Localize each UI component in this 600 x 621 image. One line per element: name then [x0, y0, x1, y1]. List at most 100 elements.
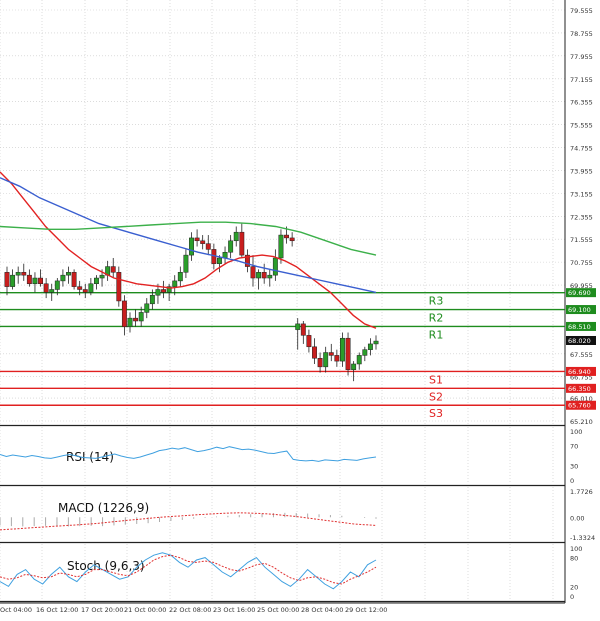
level-price-label: 66.350 — [568, 385, 591, 393]
price-tick-label: 72.355 — [570, 213, 593, 221]
candle-body — [351, 363, 357, 370]
price-tick-label: 77.155 — [570, 76, 593, 84]
rsi-title: RSI (14) — [66, 450, 114, 464]
level-price-label: 65.760 — [568, 402, 591, 410]
level-label-r3: R3 — [429, 295, 444, 308]
level-price-label: 69.690 — [568, 289, 591, 297]
candle-body — [239, 231, 245, 256]
moving-average-mid-line — [0, 177, 377, 294]
candle-body — [194, 237, 200, 242]
macd-tick-label: 0.00 — [570, 514, 584, 522]
time-tick-label: 16 Oct 12:00 — [36, 606, 78, 614]
time-tick-label: 17 Oct 20:00 — [81, 606, 123, 614]
candle-body — [32, 277, 38, 285]
price-tick-label: 79.555 — [570, 7, 593, 15]
candle-body — [133, 317, 139, 322]
macd-signal-line — [0, 512, 377, 531]
candle-body — [267, 274, 273, 279]
candle-body — [289, 237, 295, 242]
candle-body — [149, 294, 155, 305]
price-tick-label: 67.555 — [570, 351, 593, 359]
candle-body — [54, 280, 60, 290]
candle-body — [177, 272, 183, 282]
current-price-label: 68.020 — [568, 337, 591, 345]
candle-body — [317, 358, 323, 368]
candle-body — [138, 312, 144, 322]
candle-body — [306, 335, 312, 348]
candle-body — [88, 283, 94, 293]
candle-body — [356, 355, 362, 365]
time-tick-label: 22 Oct 08:00 — [169, 606, 211, 614]
candle-body — [77, 286, 83, 290]
candle-body — [362, 349, 368, 356]
time-tick-label: Oct 04:00 — [0, 606, 32, 614]
time-tick-label: 21 Oct 00:00 — [124, 606, 166, 614]
candle-body — [250, 266, 256, 279]
price-tick-label: 71.555 — [570, 236, 593, 244]
candle-body — [272, 257, 278, 276]
macd-title: MACD (1226,9) — [58, 501, 149, 515]
time-tick-label: 25 Oct 00:00 — [257, 606, 299, 614]
candle-body — [38, 277, 43, 285]
macd-tick-label: -1.3324 — [570, 534, 595, 542]
level-label-r1: R1 — [429, 328, 444, 341]
candle-body — [278, 234, 284, 259]
candle-body — [217, 257, 222, 264]
rsi-tick-label: 0 — [570, 477, 574, 485]
time-tick-label: 29 Oct 12:00 — [345, 606, 387, 614]
price-tick-label: 73.155 — [570, 190, 593, 198]
candle-body — [261, 272, 267, 279]
price-tick-label: 78.755 — [570, 30, 593, 38]
macd-tick-label: 1.7726 — [570, 488, 593, 496]
price-tick-label: 65.210 — [570, 418, 593, 426]
chart-svg: 79.555 78.755 77.955 77.155 76.355 75.555 74.7… — [0, 0, 596, 614]
forex-chart: 79.555 78.755 77.955 77.155 76.355 75.555 74.7… — [0, 0, 600, 617]
candle-body — [110, 266, 116, 273]
level-price-label: 69.100 — [568, 306, 591, 314]
rsi-tick-label: 100 — [570, 428, 582, 436]
candle-body — [99, 274, 105, 279]
level-price-label: 68.510 — [568, 323, 591, 331]
time-tick-label: 23 Oct 16:00 — [213, 606, 255, 614]
candle-body — [340, 337, 345, 362]
candle-body — [121, 300, 127, 327]
stoch-k-line — [0, 552, 377, 590]
level-label-s2: S2 — [429, 390, 443, 403]
stoch-tick-label: 20 — [570, 583, 578, 591]
rsi-line — [0, 446, 377, 462]
candle-body — [367, 343, 373, 350]
candle-body — [312, 346, 317, 359]
price-tick-label: 74.755 — [570, 145, 593, 153]
candle-body — [10, 274, 16, 287]
candle-body — [172, 280, 178, 287]
candle-body — [328, 352, 334, 356]
price-tick-label: 77.955 — [570, 53, 593, 61]
price-tick-label: 76.355 — [570, 99, 593, 107]
candle-body — [60, 274, 66, 282]
price-tick-label: 70.755 — [570, 259, 593, 267]
candle-body — [4, 272, 10, 287]
rsi-tick-label: 70 — [570, 443, 578, 451]
candle-body — [183, 254, 189, 273]
stoch-tick-label: 80 — [570, 555, 578, 563]
stoch-tick-label: 100 — [570, 545, 582, 553]
candle-body — [295, 323, 301, 330]
candle-body — [26, 274, 32, 285]
moving-average-fast-line — [0, 171, 377, 329]
candle-body — [200, 240, 206, 244]
candle-body — [49, 289, 55, 293]
candle-body — [127, 317, 133, 327]
level-label-r2: R2 — [429, 312, 444, 325]
candle-body — [94, 277, 99, 285]
candle-body — [155, 289, 161, 296]
candle-body — [144, 303, 150, 313]
level-price-label: 66.940 — [568, 368, 591, 376]
candle-body — [66, 272, 71, 276]
candle-body — [15, 272, 21, 276]
price-tick-label: 75.555 — [570, 122, 593, 130]
price-tick-label: 73.955 — [570, 167, 593, 175]
candle-body — [189, 237, 194, 256]
candle-body — [233, 231, 239, 242]
time-tick-label: 28 Oct 04:00 — [301, 606, 343, 614]
level-label-s1: S1 — [429, 373, 443, 386]
